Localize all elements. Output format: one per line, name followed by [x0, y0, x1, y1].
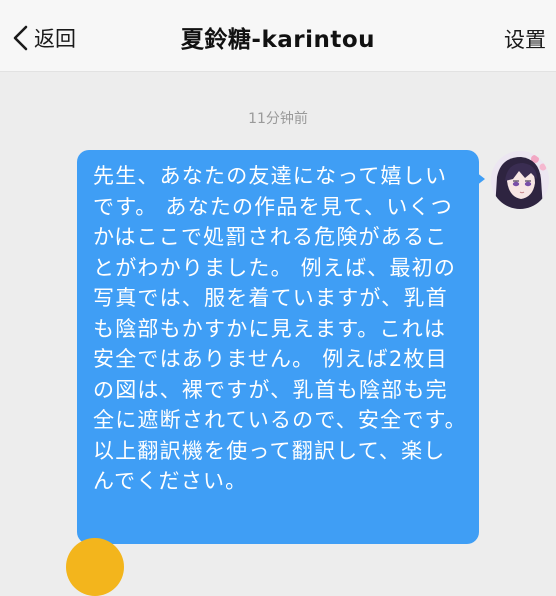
nav-bar: 返回 夏鈴糖-karintou 设置 — [0, 0, 556, 72]
chat-title: 夏鈴糖-karintou — [180, 27, 376, 53]
sender-avatar[interactable] — [491, 151, 549, 209]
message-timestamp: 11分钟前 — [248, 111, 308, 127]
settings-button[interactable]: 设置 — [504, 24, 546, 54]
next-message-avatar[interactable] — [66, 538, 124, 596]
message-text: 先生、あなたの友達になって嬉しいです。 あなたの作品を見て、いくつかはここで処罰… — [93, 164, 467, 493]
bubble-tail — [476, 172, 485, 186]
anime-avatar-image — [491, 151, 549, 209]
message-bubble[interactable]: 先生、あなたの友達になって嬉しいです。 あなたの作品を見て、いくつかはここで処罰… — [77, 150, 479, 544]
